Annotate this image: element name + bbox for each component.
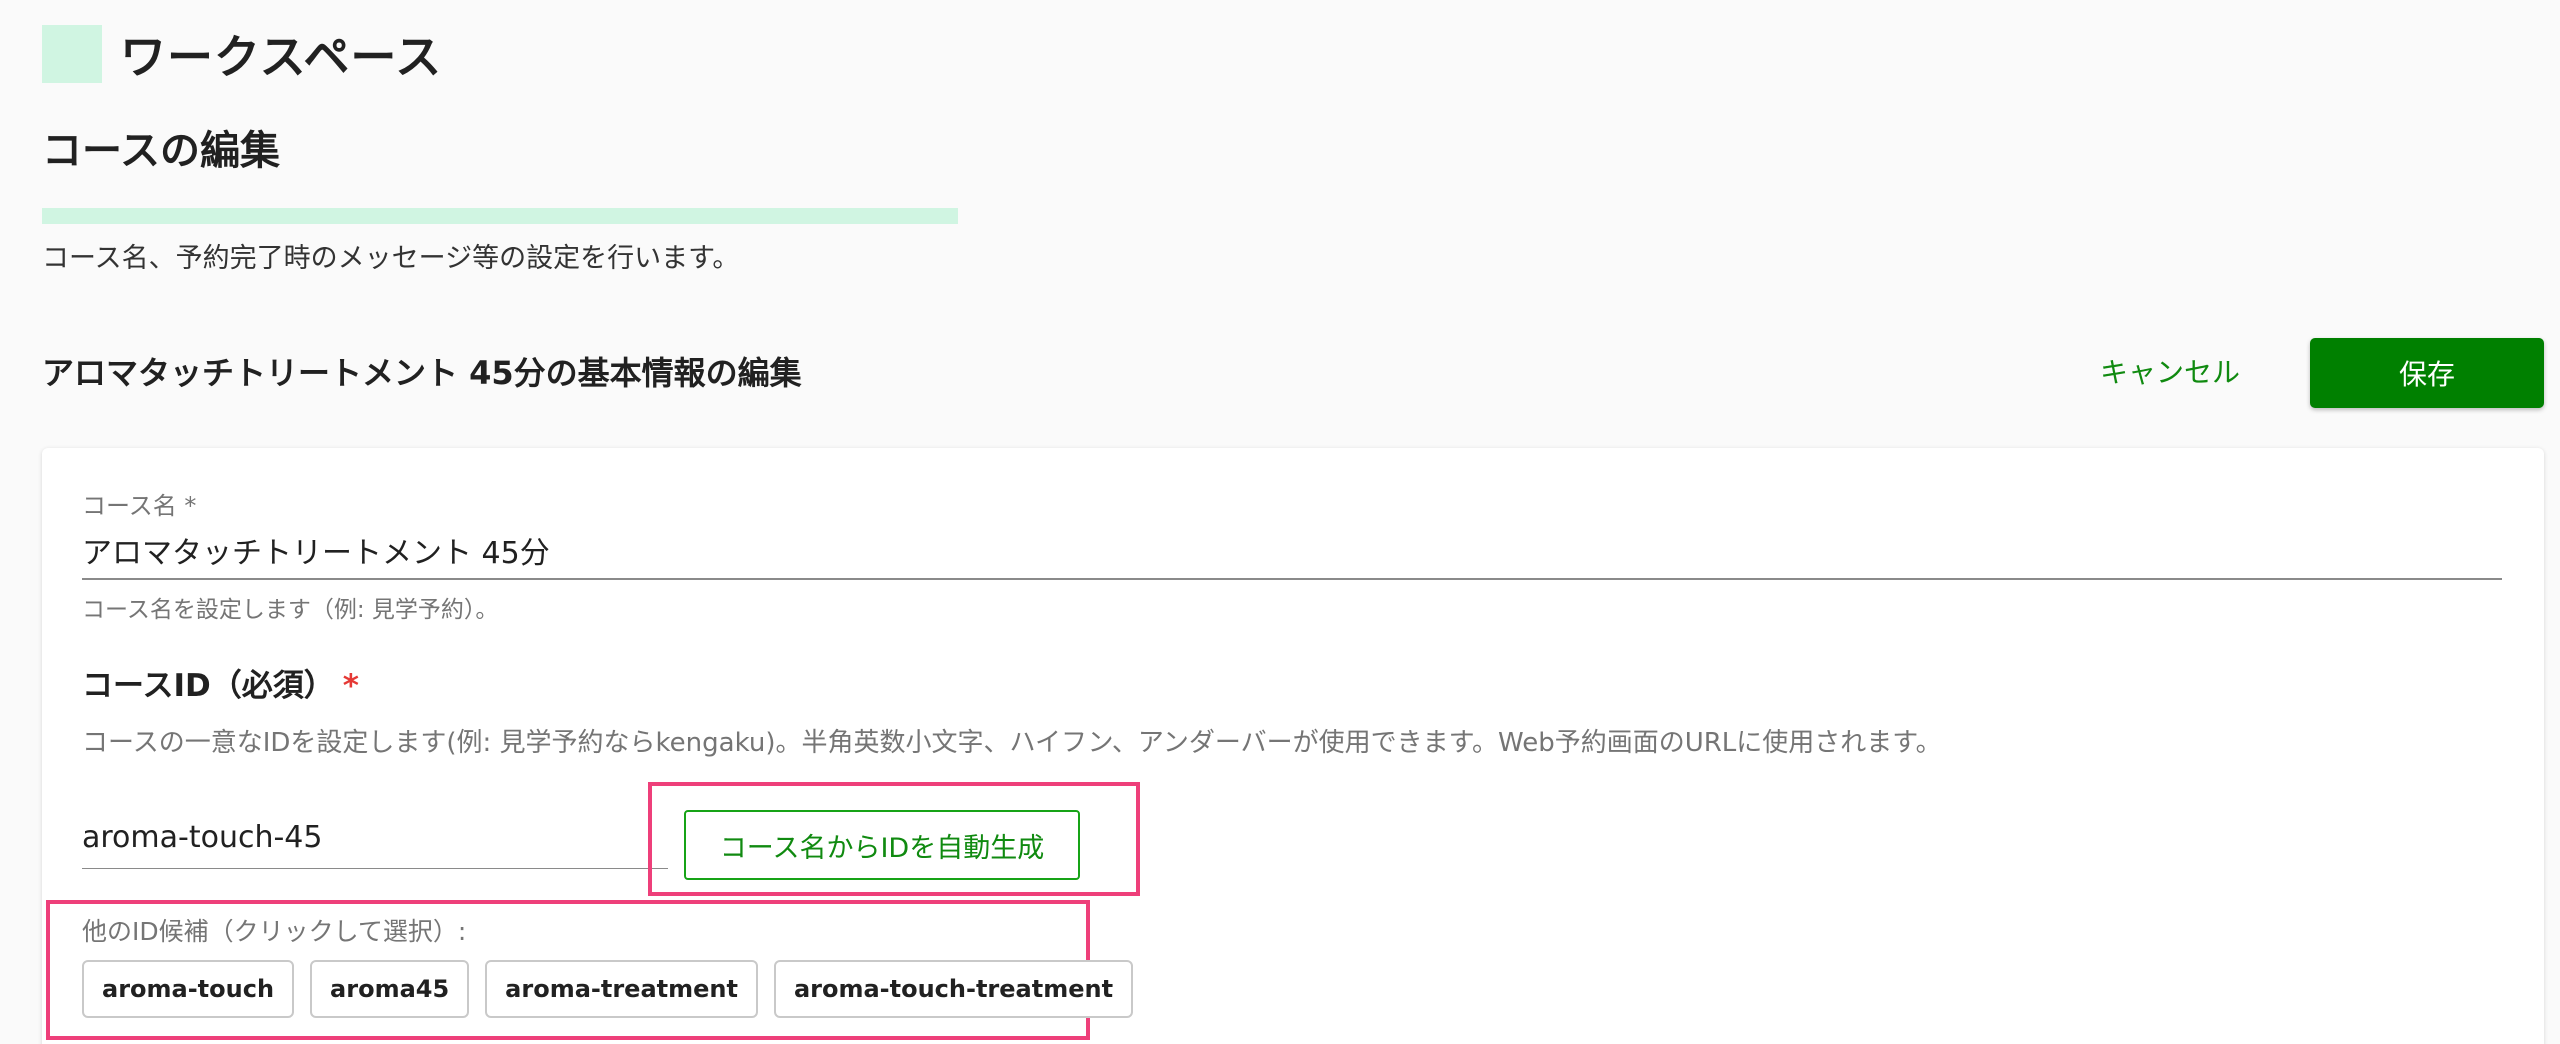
autogen-id-button[interactable]: コース名からIDを自動生成 bbox=[684, 810, 1080, 880]
course-name-input[interactable] bbox=[82, 522, 2502, 580]
required-mark: * bbox=[342, 668, 359, 704]
id-candidate-chip[interactable]: aroma45 bbox=[310, 960, 470, 1018]
save-button[interactable]: 保存 bbox=[2310, 338, 2544, 408]
id-candidates-list: aroma-touch aroma45 aroma-treatment arom… bbox=[82, 960, 1134, 1018]
id-candidate-chip[interactable]: aroma-touch bbox=[82, 960, 295, 1018]
id-candidate-chip[interactable]: aroma-treatment bbox=[485, 960, 758, 1018]
page-title: コースの編集 bbox=[42, 128, 280, 174]
course-id-heading: コースID（必須） * bbox=[82, 660, 359, 705]
cancel-button[interactable]: キャンセル bbox=[2080, 345, 2260, 397]
workspace-header: ワークスペース bbox=[42, 24, 442, 84]
course-id-input[interactable] bbox=[82, 806, 668, 869]
course-edit-card: コース名 * コース名を設定します（例: 見学予約）。 コースID（必須）* コ… bbox=[42, 448, 2544, 1044]
course-id-description: コースの一意なIDを設定します(例: 見学予約ならkengaku)。半角英数小文… bbox=[82, 728, 1942, 758]
progress-bar-fill bbox=[42, 208, 958, 224]
course-name-label: コース名 * bbox=[82, 492, 197, 520]
id-candidates-label: 他のID候補（クリックして選択）: bbox=[82, 917, 467, 946]
section-title: アロマタッチトリートメント 45分の基本情報の編集 bbox=[42, 354, 802, 392]
workspace-title: ワークスペース bbox=[120, 30, 443, 84]
page-description: コース名、予約完了時のメッセージ等の設定を行います。 bbox=[42, 243, 740, 274]
progress-bar bbox=[42, 208, 958, 224]
id-candidate-chip[interactable]: aroma-touch-treatment bbox=[773, 960, 1134, 1018]
course-name-helper: コース名を設定します（例: 見学予約）。 bbox=[82, 597, 499, 623]
workspace-logo bbox=[42, 25, 102, 83]
course-id-heading-text: コースID（必須） bbox=[82, 668, 335, 704]
page-root: ワークスペース コースの編集 コース名、予約完了時のメッセージ等の設定を行います… bbox=[0, 0, 2560, 1044]
